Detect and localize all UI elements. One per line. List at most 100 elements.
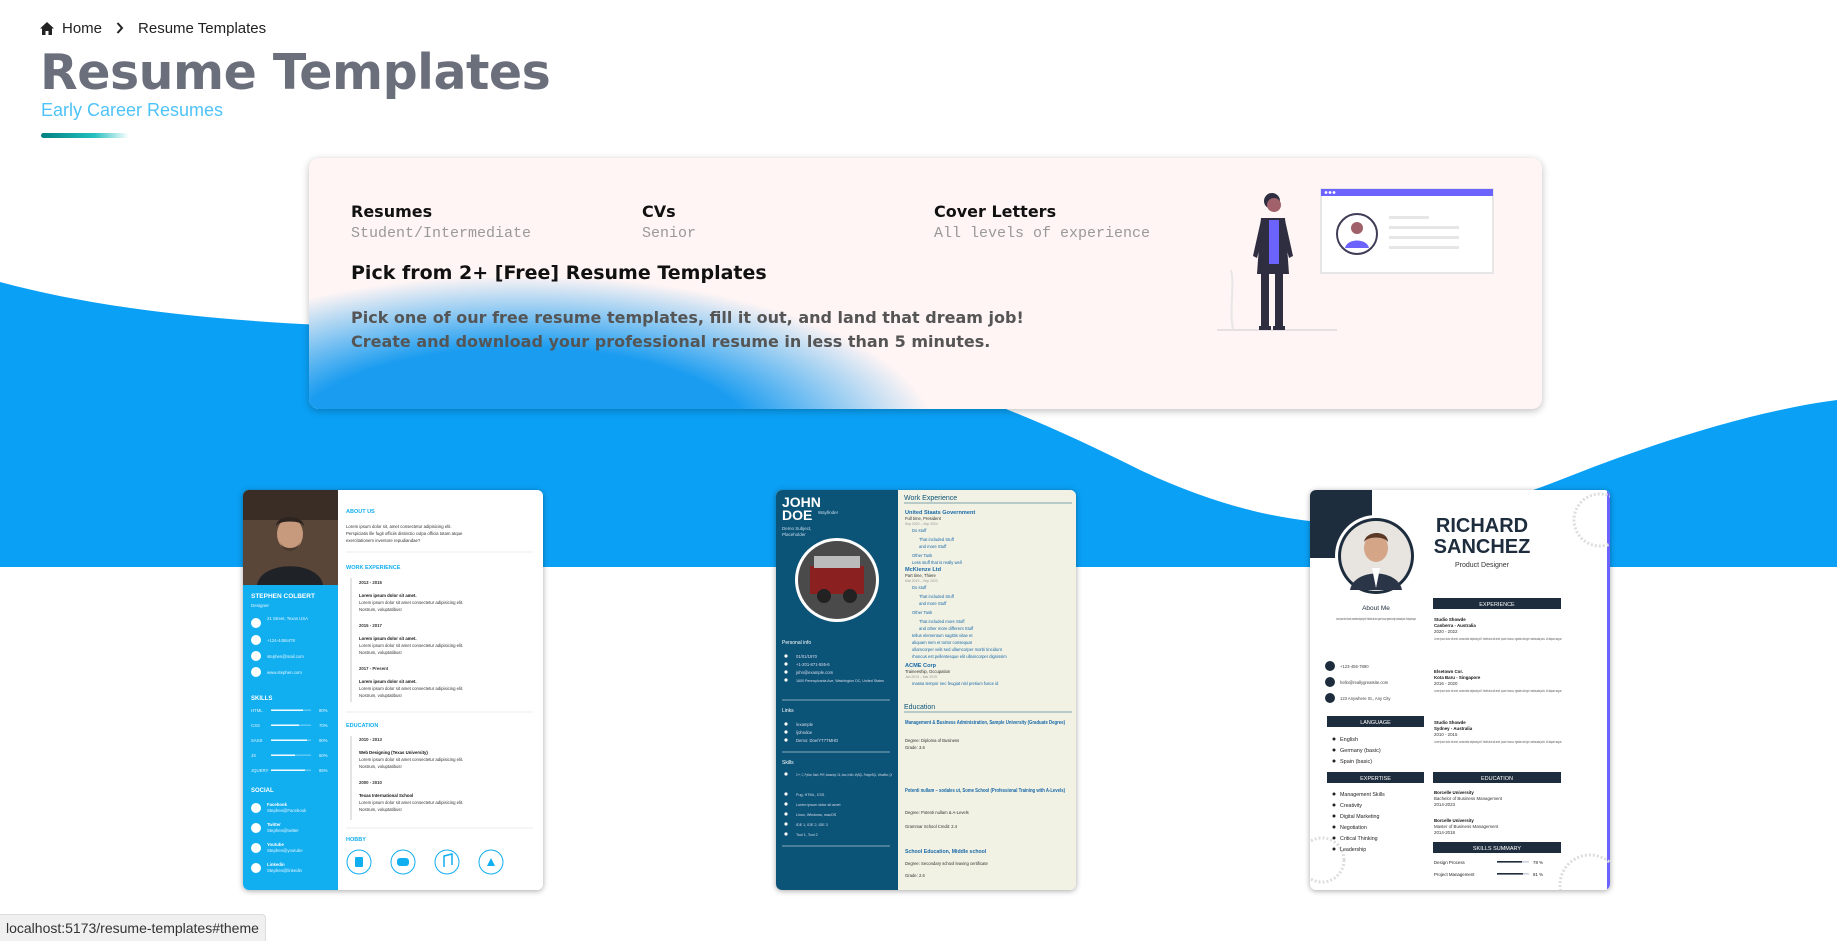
resume-language: English bbox=[1340, 737, 1358, 743]
resume-school-grade: Grade: 3.6 bbox=[905, 745, 925, 750]
resume-school-title: Potenti nullam – sodales ut, Some School… bbox=[905, 788, 1065, 794]
category-cover-letters[interactable]: Cover Letters All levels of experience bbox=[934, 202, 1150, 242]
template-card-richard-sanchez[interactable]: RICHARD SANCHEZ Product Designer About M… bbox=[1310, 490, 1610, 890]
resume-job-item: rhoncus est pellentesque elit ullamcorpe… bbox=[912, 654, 1007, 659]
resume-tagline: Demo Subject, bbox=[782, 526, 812, 531]
resume-school-detail: Degree: Diploma of Business bbox=[905, 738, 959, 743]
category-label: Cover Letters bbox=[934, 202, 1057, 221]
resume-social-name: Facebook bbox=[267, 802, 288, 807]
resume-skill: IDE 1, IDE 2, IDE 3 bbox=[796, 823, 828, 827]
resume-about-heading: About Me bbox=[1362, 605, 1390, 612]
resume-edu-body: Nostrum, voluptatibus! bbox=[359, 764, 402, 769]
resume-link: /johndoe bbox=[796, 730, 813, 735]
template-card-stephen-colbert[interactable]: STEPHEN COLBERT Designer 21 Street, Texa… bbox=[243, 490, 543, 890]
breadcrumb-home[interactable]: Home bbox=[40, 20, 102, 37]
resume-social-handle: Stephen@youtube bbox=[267, 848, 303, 853]
skill-name: HTML bbox=[251, 708, 263, 713]
category-sub: All levels of experience bbox=[934, 225, 1151, 242]
skill-name: JQUERY bbox=[251, 768, 268, 773]
title-underline bbox=[41, 133, 129, 138]
resume-expertise: Management Skills bbox=[1340, 792, 1385, 798]
resume-job-item: That included more Stuff bbox=[919, 619, 965, 624]
resume-school-title: Management & Business Administration, Sa… bbox=[905, 720, 1065, 726]
resume-exp-body: Lorem ipsum dolor sit amet, consectetur … bbox=[1434, 740, 1562, 744]
resume-skills-heading: SKILLS bbox=[251, 696, 272, 702]
resume-work-body: Nostrum, voluptatibus! bbox=[359, 607, 402, 612]
hero-heading: Pick from 2+ [Free] Resume Templates bbox=[351, 262, 767, 284]
resume-first-name: RICHARD bbox=[1436, 515, 1528, 537]
resume-role: Product Designer bbox=[1455, 562, 1510, 569]
resume-exp-org: Elsetown Cor. bbox=[1434, 669, 1463, 674]
resume-skill: C++, C, Python, Bash, PHP, Javascript, C… bbox=[796, 773, 892, 777]
resume-job-item: and more Stuff bbox=[919, 544, 947, 549]
resume-job-role: Full time, President bbox=[905, 516, 942, 521]
resume-links-heading: Links bbox=[782, 708, 794, 714]
resume-school-detail: Degree: Secondary school leaving certifi… bbox=[905, 861, 989, 866]
template-card-john-doe[interactable]: JOHN DOE Wayfinder Demo Subject, Placeho… bbox=[776, 490, 1076, 890]
resume-work-title: Lorem ipsum dolor sit amet. bbox=[359, 679, 417, 684]
skill-name: Design Process bbox=[1434, 860, 1466, 865]
skill-name: Project Management bbox=[1434, 872, 1475, 877]
resume-language-heading: LANGUAGE bbox=[1360, 720, 1391, 726]
category-resumes[interactable]: Resumes Student/Intermediate bbox=[351, 202, 531, 242]
resume-job-role: Part time, Thiere bbox=[905, 573, 937, 578]
resume-language: Spain (basic) bbox=[1340, 759, 1372, 765]
resume-edu-school: Borcelle University bbox=[1434, 790, 1474, 795]
chevron-right-icon bbox=[116, 21, 124, 37]
hero-desc-line: Create and download your professional re… bbox=[351, 332, 991, 351]
resume-about-line: exercitationem inventore repudiandae? bbox=[346, 538, 421, 543]
resume-job-item: Do stuff bbox=[912, 528, 927, 533]
resume-contact: 123 Anywhere St., Any City bbox=[1340, 696, 1391, 701]
resume-school-detail: Degree: Potenti nullam & A-Levels bbox=[905, 810, 969, 815]
resume-job-item: and more Stuff bbox=[919, 601, 947, 606]
resume-link: /example bbox=[796, 722, 814, 727]
resume-work-title: Lorem ipsum dolor sit amet. bbox=[359, 636, 417, 641]
skill-percent: 78 % bbox=[1533, 860, 1543, 865]
resume-last-name: SANCHEZ bbox=[1434, 536, 1531, 558]
resume-tagline: Placeholder bbox=[782, 532, 806, 537]
skill-name: JS bbox=[251, 753, 256, 758]
resume-contact: +124-4456478 bbox=[267, 638, 295, 643]
resume-skill: Linux, Windows, macOS bbox=[796, 813, 837, 817]
breadcrumb-home-label: Home bbox=[62, 20, 103, 37]
resume-edu-body: Nostrum, voluptatibus! bbox=[359, 807, 402, 812]
resume-contact: hello@reallygreatsite.com bbox=[1340, 680, 1389, 685]
resume-skills-heading: Skills bbox=[782, 760, 794, 766]
resume-work-body: Nostrum, voluptatibus! bbox=[359, 650, 402, 655]
resume-info-item: +1-201-871-555-6 bbox=[796, 662, 830, 667]
resume-edu-years: 2000 - 2010 bbox=[359, 780, 383, 785]
resume-work-body: Lorem ipsum dolor sit amet consectetur a… bbox=[359, 643, 463, 648]
skill-percent: 85% bbox=[319, 768, 328, 773]
resume-contact: stephen@mail.com bbox=[267, 654, 304, 659]
resume-work-years: 2013 - 2015 bbox=[359, 580, 383, 585]
skill-name: CSS bbox=[251, 723, 260, 728]
resume-work-body: Lorem ipsum dolor sit amet consectetur a… bbox=[359, 600, 463, 605]
resume-expertise: Negotiation bbox=[1340, 825, 1367, 831]
resume-preview: STEPHEN COLBERT Designer 21 Street, Texa… bbox=[243, 490, 543, 890]
resume-expertise: Digital Marketing bbox=[1340, 814, 1380, 820]
skill-percent: 70% bbox=[319, 723, 328, 728]
resume-social-name: Twitter bbox=[267, 822, 281, 827]
resume-school-grade: Grade: 2.6 bbox=[905, 873, 925, 878]
skill-bar bbox=[1497, 861, 1522, 863]
category-label: CVs bbox=[642, 202, 676, 221]
resume-about-line: Perspiciatis ille fugit officiis distinc… bbox=[346, 531, 463, 536]
page: Home Resume Templates Resume Templates E… bbox=[0, 0, 1837, 941]
resume-job-item: massa tempor nec feugiat nisl pretium fu… bbox=[912, 681, 999, 686]
resume-work-title: Lorem ipsum dolor sit amet. bbox=[359, 593, 417, 598]
resume-exp-place: Canberra - Australia bbox=[1434, 623, 1476, 628]
resume-preview: JOHN DOE Wayfinder Demo Subject, Placeho… bbox=[776, 490, 1076, 890]
category-label: Resumes bbox=[351, 202, 433, 221]
status-bar-url: localhost:5173/resume-templates#theme bbox=[0, 914, 266, 941]
resume-expertise: Creativity bbox=[1340, 803, 1362, 809]
resume-work-years: 2017 - Present bbox=[359, 666, 389, 671]
resume-last-name: DOE bbox=[782, 507, 812, 523]
resume-contact: +123-456-7890 bbox=[1340, 664, 1369, 669]
resume-edu-degree: Bachelor of Business Management bbox=[1434, 796, 1503, 801]
resume-hobby-heading: HOBBY bbox=[346, 837, 366, 843]
hero-desc-line: Pick one of our free resume templates, f… bbox=[351, 308, 1024, 327]
category-cvs[interactable]: CVs Senior bbox=[642, 202, 696, 242]
resume-link: Demo: Doe/YT7TMHD bbox=[796, 738, 838, 743]
resume-job-item: Other Task bbox=[912, 610, 933, 615]
resume-exp-years: 2010 - 2015 bbox=[1434, 732, 1458, 737]
